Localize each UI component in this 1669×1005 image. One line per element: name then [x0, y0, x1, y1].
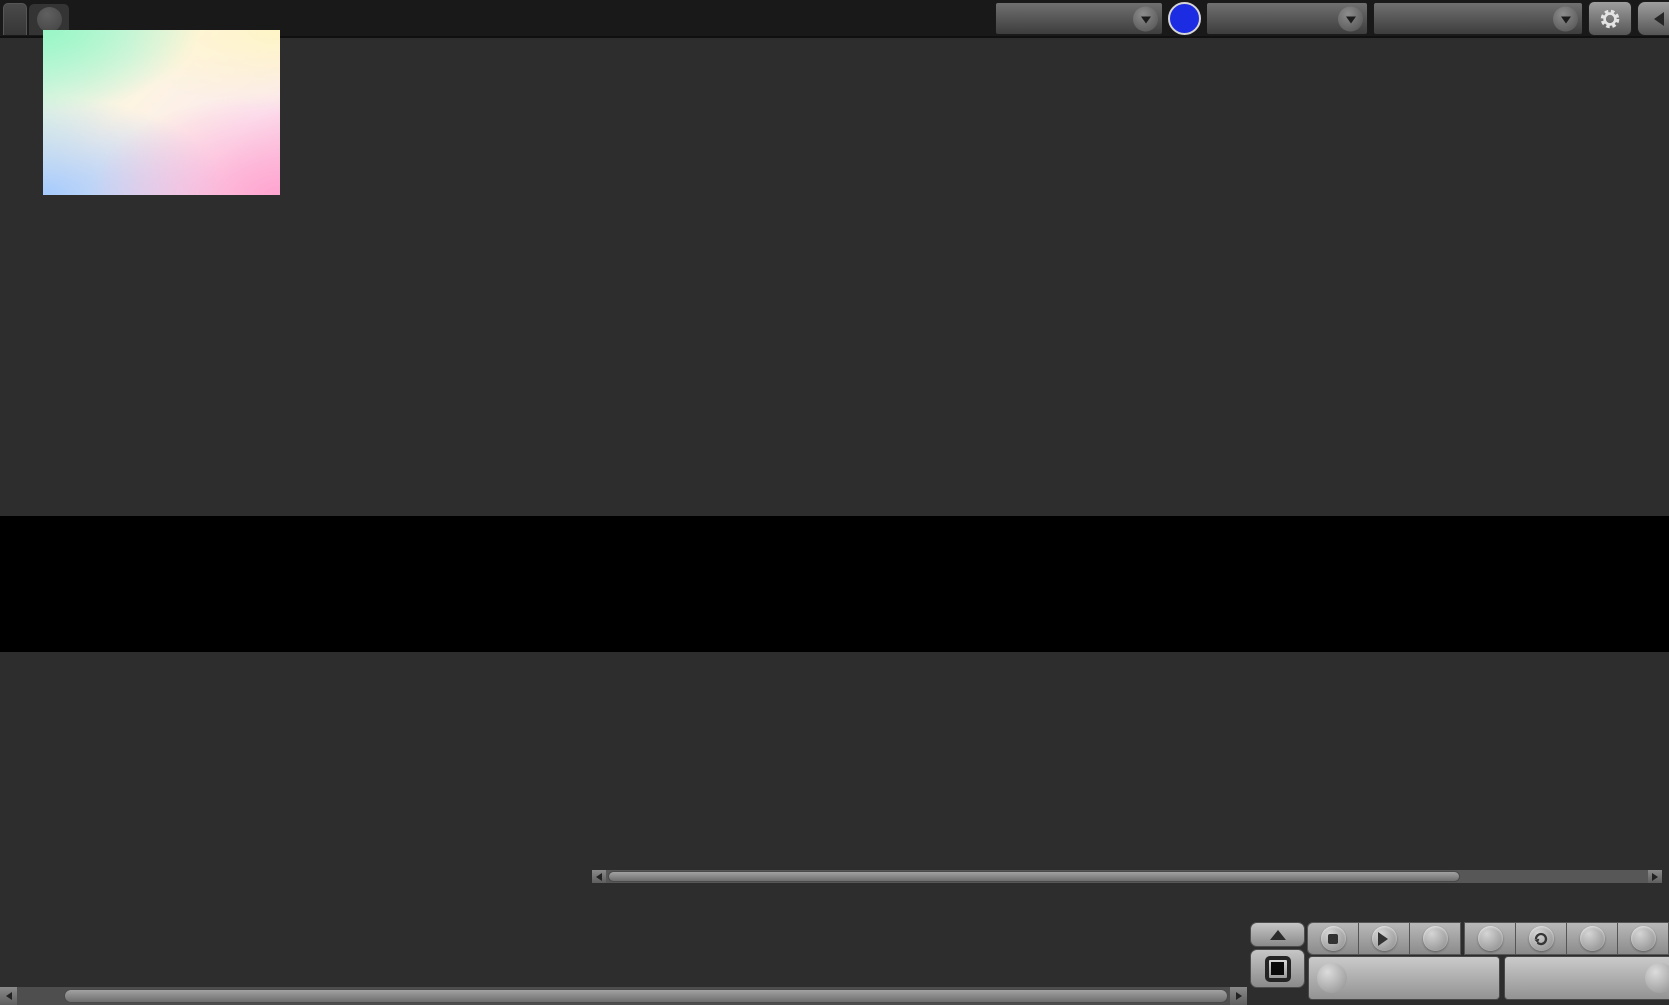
- refresh-icon: [1534, 932, 1548, 945]
- source-dropdown[interactable]: [1206, 2, 1368, 35]
- triangle-right-icon[interactable]: [1648, 870, 1662, 883]
- play-icon: [1378, 931, 1395, 946]
- chevron-left-icon: [1647, 11, 1664, 26]
- cie-1931-chart: [0, 0, 300, 230]
- table-scrollbar[interactable]: [592, 870, 1662, 883]
- target-row-label: [86, 579, 104, 629]
- collapse-panel-button[interactable]: [1637, 1, 1669, 36]
- source-status-stripe: [1209, 5, 1214, 32]
- playback-controls: [1307, 922, 1669, 955]
- step-button[interactable]: [1409, 922, 1461, 955]
- gear-icon: [1600, 9, 1620, 28]
- stop-icon: [1328, 933, 1338, 944]
- table-scrollbar-thumb[interactable]: [608, 871, 1460, 882]
- level-button-bar: [0, 922, 1248, 988]
- triangle-left-icon[interactable]: [0, 987, 17, 1005]
- chevron-double-right-icon: [1645, 963, 1669, 993]
- chevron-down-icon: [1553, 6, 1578, 31]
- bottom-scrollbar-thumb[interactable]: [64, 989, 1228, 1003]
- pattern-window-button[interactable]: [1250, 949, 1305, 988]
- triangle-up-icon: [1269, 922, 1286, 940]
- black-square-icon: [1264, 955, 1291, 982]
- meter-status-stripe: [998, 5, 1003, 32]
- chevron-down-icon: [1338, 6, 1363, 31]
- pattern-window-control: [1250, 922, 1305, 988]
- current-reading: [22, 692, 322, 839]
- settings-button[interactable]: [1588, 1, 1632, 36]
- chevron-double-left-icon: [1317, 963, 1347, 993]
- triangle-right-icon[interactable]: [1230, 987, 1247, 1005]
- chevron-down-icon: [1133, 6, 1158, 31]
- pattern-up-button[interactable]: [1250, 922, 1305, 947]
- bottom-scrollbar[interactable]: [0, 987, 1247, 1005]
- back-button[interactable]: [1308, 956, 1500, 1000]
- record-button[interactable]: [1566, 922, 1618, 955]
- grayscale-swatch-strip: [0, 516, 1669, 652]
- top-right-controls: [995, 1, 1669, 36]
- stop-button[interactable]: [1307, 922, 1359, 955]
- meter-dropdown[interactable]: [995, 2, 1163, 35]
- play-button[interactable]: [1358, 922, 1410, 955]
- luminance-badge[interactable]: [1168, 2, 1201, 35]
- display-control-status-stripe: [1376, 5, 1381, 32]
- plus-icon: [36, 7, 62, 32]
- triangle-left-icon[interactable]: [592, 870, 606, 883]
- next-button[interactable]: [1504, 956, 1669, 1000]
- loop-button[interactable]: [1464, 922, 1516, 955]
- app-root: [0, 0, 1669, 1005]
- actual-row-label: [86, 528, 104, 578]
- extra-button[interactable]: [1617, 922, 1669, 955]
- display-control-dropdown[interactable]: [1373, 2, 1583, 35]
- tab-history-1[interactable]: [3, 3, 27, 35]
- cie-gamut-background: [43, 30, 280, 195]
- refresh-button[interactable]: [1515, 922, 1567, 955]
